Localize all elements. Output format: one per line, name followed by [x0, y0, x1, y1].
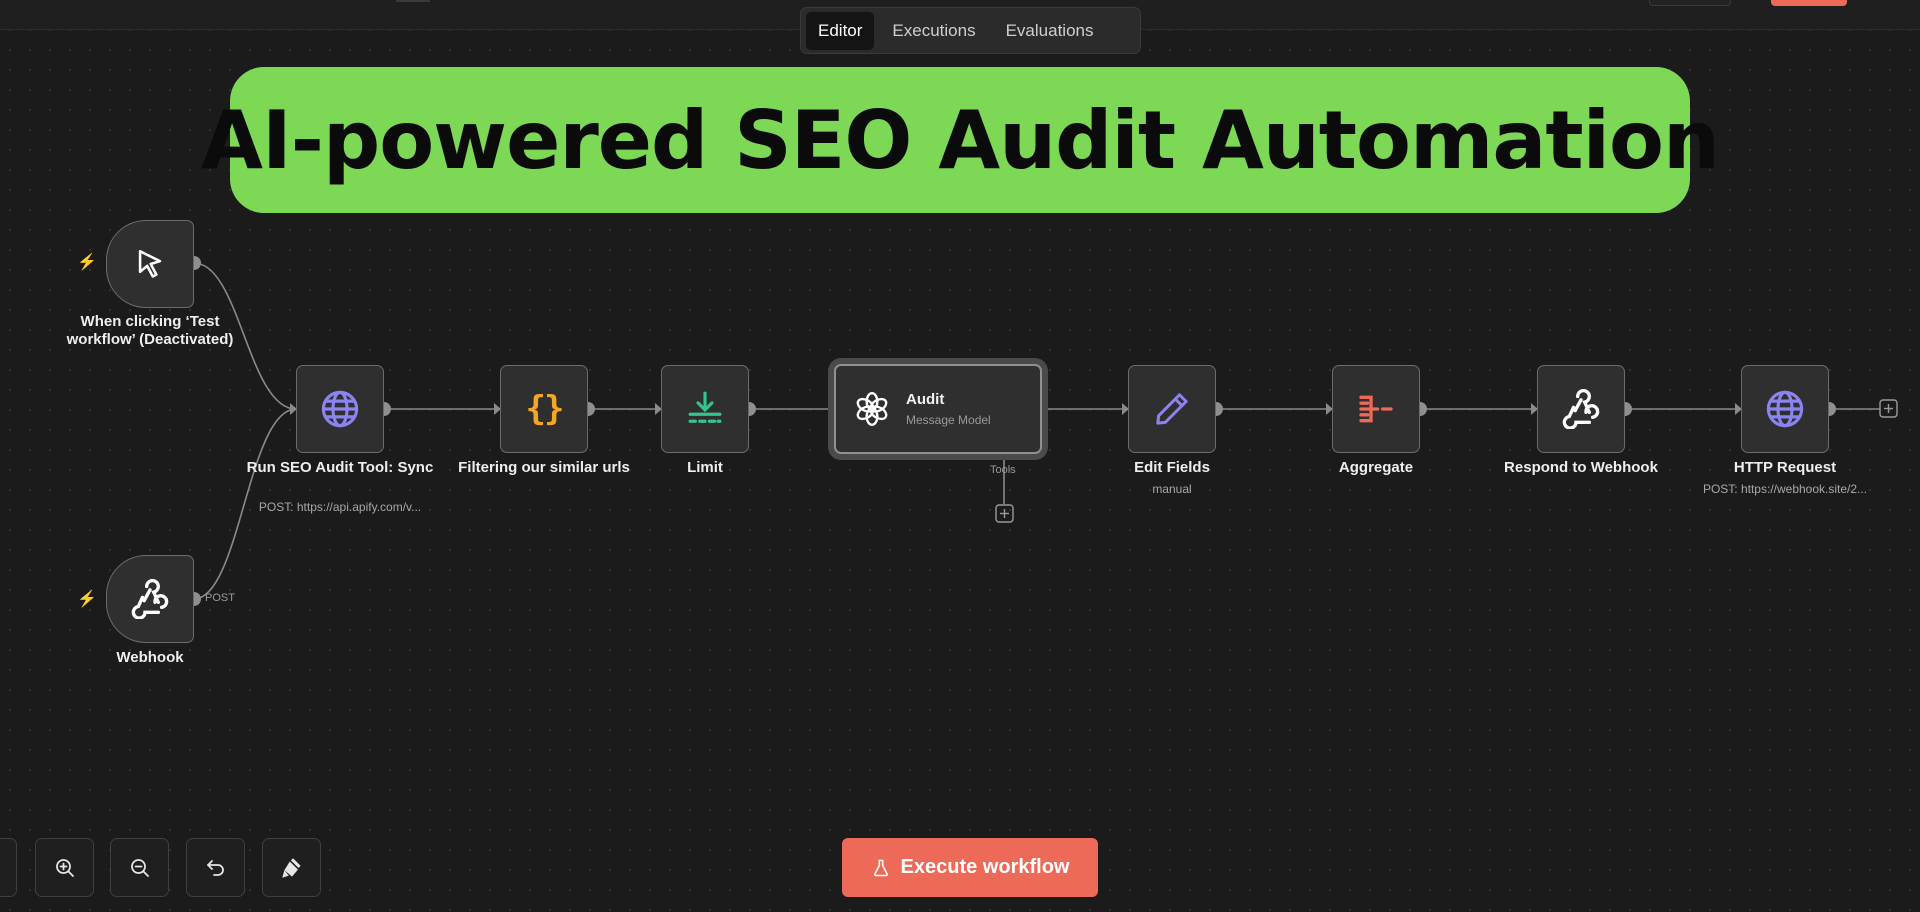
aggregate-icon	[1359, 395, 1393, 423]
limit-icon	[688, 391, 722, 423]
zoom-in-icon	[55, 858, 74, 877]
cursor-icon	[138, 249, 162, 278]
execute-workflow-label: Execute workflow	[900, 856, 1070, 878]
node-subtitle: POST: https://api.apify.com/v...	[258, 500, 422, 514]
zoom-out-icon	[130, 858, 149, 877]
flask-icon	[873, 859, 888, 876]
node-aggregate[interactable]	[1332, 365, 1420, 453]
node-label: Edit Fields	[1134, 459, 1210, 476]
add-node-icon	[1879, 399, 1898, 418]
node-run-seo-audit[interactable]	[296, 365, 384, 453]
clear-execution-button[interactable]	[262, 838, 321, 897]
connections-layer	[187, 256, 1898, 606]
globe-icon	[321, 390, 359, 428]
pencil-icon	[1156, 393, 1188, 425]
node-webhook[interactable]	[106, 555, 194, 643]
execute-workflow-button[interactable]: Execute workflow	[842, 838, 1098, 897]
node-subtitle: POST: https://webhook.site/2...	[1702, 482, 1868, 496]
node-label: Webhook	[116, 649, 184, 666]
node-label: HTTP Request	[1733, 459, 1837, 476]
node-label: Limit	[687, 459, 723, 476]
undo-icon	[206, 859, 224, 876]
node-limit[interactable]	[661, 365, 749, 453]
zoom-in-button[interactable]	[35, 838, 94, 897]
node-edit-fields[interactable]	[1128, 365, 1216, 453]
webhook-output-label: POST	[205, 592, 235, 604]
node-manual-trigger[interactable]	[106, 220, 194, 308]
add-tool-icon	[995, 504, 1014, 523]
tools-connector-label: Tools	[990, 464, 1016, 476]
node-label: When clicking ‘Test workflow’ (Deactivat…	[66, 313, 234, 348]
clear-icon	[281, 857, 301, 878]
node-audit[interactable]: Audit Message Model	[834, 364, 1042, 454]
audit-subtitle: Message Model	[906, 413, 991, 427]
node-label: Respond to Webhook	[1504, 459, 1658, 476]
node-label: Run SEO Audit Tool: Sync	[246, 459, 434, 476]
zoom-out-button[interactable]	[110, 838, 169, 897]
node-label: Aggregate	[1338, 459, 1414, 476]
undo-button[interactable]	[186, 838, 245, 897]
globe-icon	[1766, 390, 1804, 428]
node-http-request[interactable]	[1741, 365, 1829, 453]
webhook-icon	[131, 579, 169, 619]
trigger-bolt-icon: ⚡	[77, 254, 97, 271]
audit-title: Audit	[906, 391, 945, 408]
webhook-icon	[1562, 389, 1600, 429]
fit-view-button[interactable]	[0, 838, 17, 897]
node-subtitle: manual	[1152, 482, 1192, 496]
audit-text: Audit Message Model	[906, 391, 991, 427]
openai-icon	[856, 392, 888, 426]
node-filtering-urls[interactable]: {}	[500, 365, 588, 453]
code-braces-icon: {}	[525, 389, 565, 429]
trigger-bolt-icon: ⚡	[77, 591, 97, 608]
node-respond-to-webhook[interactable]	[1537, 365, 1625, 453]
